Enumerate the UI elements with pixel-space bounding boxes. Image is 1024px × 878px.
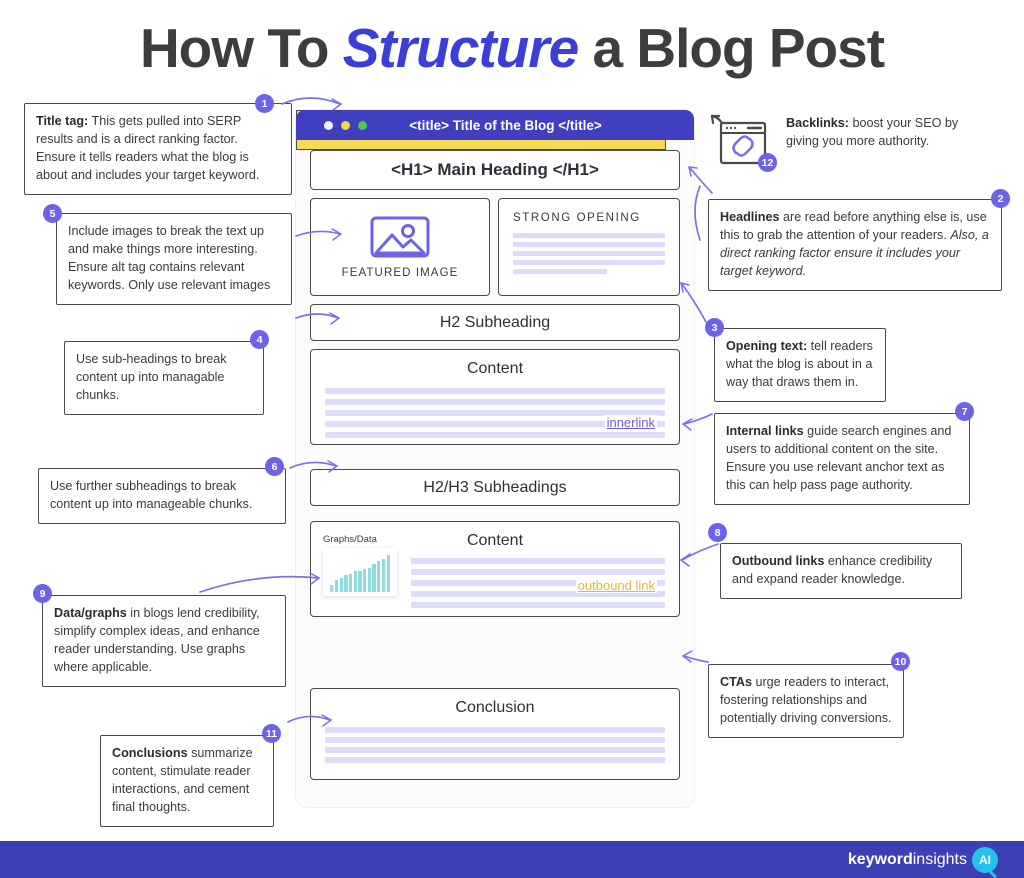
badge-10: 10	[891, 652, 910, 671]
note-4: Use sub-headings to break content up int…	[64, 341, 264, 415]
badge-1: 1	[255, 94, 274, 113]
note-5: Include images to break the text up and …	[56, 213, 292, 305]
note-12: Backlinks: boost your SEO by giving you …	[786, 115, 966, 151]
text-line	[513, 260, 665, 265]
strong-opening-lines	[513, 233, 665, 274]
note-10-bold: CTAs	[720, 675, 752, 689]
strong-opening-label: STRONG OPENING	[513, 212, 641, 224]
text-line	[411, 602, 665, 608]
note-4-text: Use sub-headings to break content up int…	[76, 352, 227, 402]
badge-9: 9	[33, 584, 52, 603]
browser-title-text: <title> Title of the Blog </title>	[409, 117, 602, 133]
title-post: a Blog Post	[578, 17, 886, 79]
note-1: Title tag: This gets pulled into SERP re…	[24, 103, 292, 195]
browser-title-bar: <title> Title of the Blog </title>	[296, 110, 694, 140]
conclusion-lines	[311, 727, 679, 763]
title-pre: How To	[139, 17, 343, 79]
title-highlight: Structure	[342, 17, 579, 79]
logo-keyword: keyword	[847, 850, 913, 868]
content-1-title: Content	[466, 360, 524, 377]
keyword-insights-logo: keyword insights AI	[847, 846, 998, 873]
window-controls	[324, 120, 367, 130]
featured-image-label: FEATURED IMAGE	[341, 267, 459, 279]
badge-7: 7	[955, 402, 974, 421]
h1-label: <H1> Main Heading </H1>	[391, 160, 599, 179]
maximize-dot-icon[interactable]	[358, 120, 367, 130]
note-3: Opening text: tell readers what the blog…	[714, 328, 886, 402]
text-line	[325, 399, 665, 405]
text-line	[513, 242, 665, 247]
note-7-bold: Internal links	[726, 424, 804, 438]
h2-subheading-block: H2 Subheading	[310, 304, 680, 341]
note-6-text: Use further subheadings to break content…	[50, 479, 253, 511]
footer-bar: keyword insights AI	[0, 841, 1024, 878]
text-line	[325, 432, 665, 438]
content-1-lines: innerlink	[311, 388, 679, 438]
text-line	[513, 269, 608, 274]
note-12-bold: Backlinks:	[786, 116, 849, 130]
note-2: Headlines are read before anything else …	[708, 199, 1002, 291]
note-8: Outbound links enhance credibility and e…	[720, 543, 962, 599]
note-11-bold: Conclusions	[112, 746, 188, 760]
text-line	[325, 757, 665, 763]
text-line	[513, 251, 665, 256]
badge-6: 6	[265, 457, 284, 476]
logo-insights: insights	[912, 850, 967, 868]
close-dot-icon[interactable]	[324, 120, 333, 130]
h2-h3-subheadings-block: H2/H3 Subheadings	[310, 469, 680, 506]
minimize-dot-icon[interactable]	[341, 120, 350, 130]
outbound-link[interactable]: outbound link	[575, 578, 657, 593]
badge-8: 8	[708, 523, 727, 542]
content-block-2: Content Graphs/Data outbound link	[310, 521, 680, 617]
text-line	[411, 558, 665, 564]
badge-2: 2	[991, 189, 1010, 208]
strong-opening-block: STRONG OPENING	[498, 198, 680, 296]
note-10: CTAs urge readers to interact, fostering…	[708, 664, 904, 738]
text-line	[411, 569, 665, 575]
note-9: Data/graphs in blogs lend credibility, s…	[42, 595, 286, 687]
badge-4: 4	[250, 330, 269, 349]
h1-block: <H1> Main Heading </H1>	[310, 150, 680, 190]
h2-subheading-label: H2 Subheading	[439, 313, 551, 331]
text-line	[513, 233, 665, 238]
note-1-bold: Title tag:	[36, 114, 89, 128]
conclusion-block: Conclusion	[310, 688, 680, 780]
note-7: Internal links guide search engines and …	[714, 413, 970, 505]
note-3-bold: Opening text:	[726, 339, 808, 353]
text-line	[325, 737, 665, 743]
note-2-bold: Headlines	[720, 210, 780, 224]
blog-post-mockup: <title> Title of the Blog </title> <H1> …	[296, 110, 694, 807]
image-placeholder-icon	[370, 216, 430, 258]
graphs-data-label: Graphs/Data	[323, 534, 377, 545]
logo-ai-badge: AI	[972, 846, 998, 873]
note-8-bold: Outbound links	[732, 554, 825, 568]
note-11: Conclusions summarize content, stimulate…	[100, 735, 274, 827]
content-block-1: Content innerlink	[310, 349, 680, 445]
featured-image-block: FEATURED IMAGE	[310, 198, 490, 296]
text-line	[325, 747, 665, 753]
note-5-text: Include images to break the text up and …	[68, 224, 271, 292]
badge-5: 5	[43, 204, 62, 223]
inner-link[interactable]: innerlink	[604, 415, 657, 430]
conclusion-title: Conclusion	[455, 699, 535, 716]
text-line	[325, 388, 665, 394]
note-9-bold: Data/graphs	[54, 606, 127, 620]
text-line	[325, 727, 665, 733]
badge-12: 12	[758, 153, 777, 172]
page-title: How To Structure a Blog Post	[0, 16, 1024, 80]
note-6: Use further subheadings to break content…	[38, 468, 286, 524]
badge-3: 3	[705, 318, 724, 337]
h2-h3-subheadings-label: H2/H3 Subheadings	[423, 478, 567, 496]
badge-11: 11	[262, 724, 281, 743]
content-2-lines: outbound link	[311, 558, 679, 608]
